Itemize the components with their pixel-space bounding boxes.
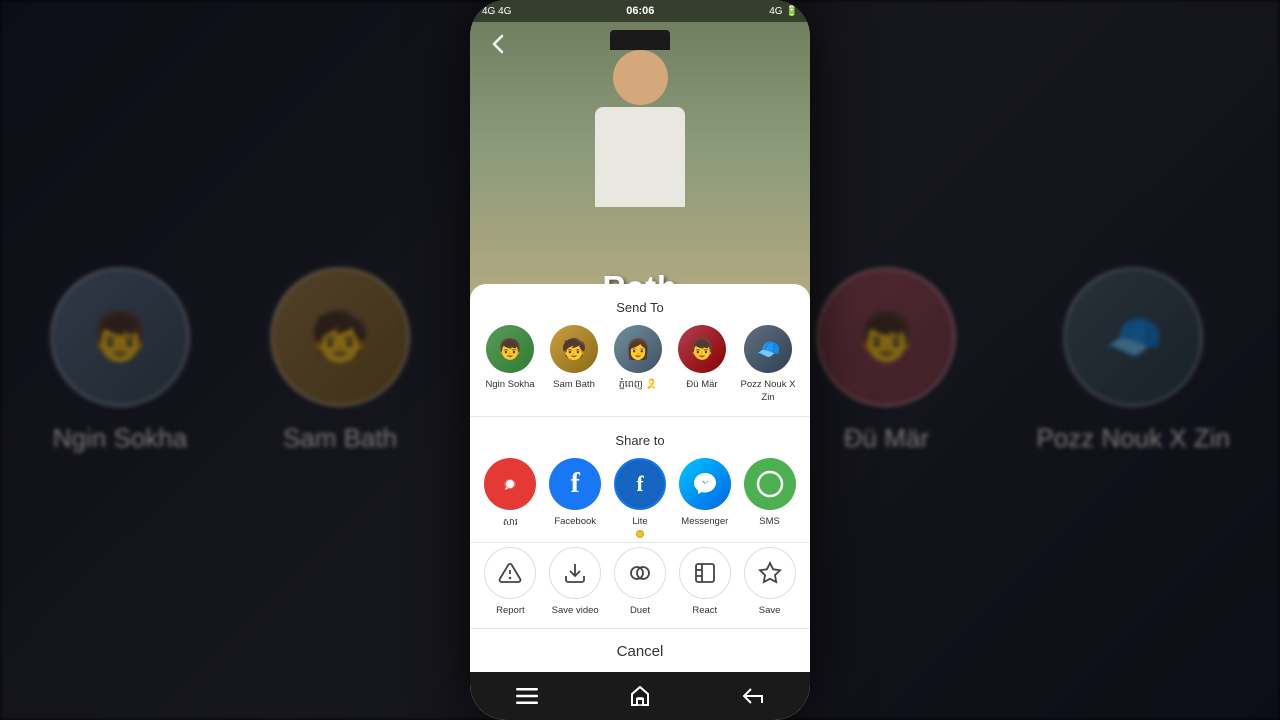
action-report-label: Report xyxy=(496,605,525,616)
action-report[interactable]: Report xyxy=(482,547,538,616)
bg-profile-pozz-nouk: 🧢 Pozz Nouk X Zin xyxy=(1036,267,1230,454)
contact-name-pozz-nouk: Pozz Nouk X Zin xyxy=(740,379,796,404)
send-to-title: Send To xyxy=(470,284,810,325)
contact-name-sam-bath: Sam Bath xyxy=(553,379,595,391)
share-facebook-label: Facebook xyxy=(554,516,596,527)
contact-du-mar[interactable]: 👦 Đü Mär xyxy=(676,325,728,391)
share-sms[interactable]: SMS xyxy=(742,458,798,527)
nav-menu-button[interactable] xyxy=(507,676,547,716)
battery-icon: 🔋 xyxy=(786,6,798,17)
action-save-label: Save xyxy=(759,605,781,616)
status-bar: 4G 4G 06:06 4G 🔋 xyxy=(470,0,810,22)
share-sos-label: សារ xyxy=(503,516,518,530)
action-duet[interactable]: Duet xyxy=(612,547,668,616)
bg-profile-sam-bath: 🧒 Sam Bath xyxy=(270,267,410,454)
action-save-video-label: Save video xyxy=(552,605,599,616)
clock: 06:06 xyxy=(626,5,654,17)
share-lite[interactable]: f Lite xyxy=(612,458,668,527)
send-to-section: Send To 👦 Ngin Sokha 🧒 Sam Bath xyxy=(470,284,810,417)
bg-profile-ngin-sokha: 👦 Ngin Sokha xyxy=(50,267,190,454)
share-apps-row: សារ f Facebook f Lite xyxy=(470,458,810,542)
action-save[interactable]: Save xyxy=(742,547,798,616)
share-lite-label: Lite xyxy=(632,516,647,527)
share-messenger-label: Messenger xyxy=(681,516,728,527)
bottom-sheet: Send To 👦 Ngin Sokha 🧒 Sam Bath xyxy=(470,284,810,720)
contacts-row: 👦 Ngin Sokha 🧒 Sam Bath 👩 ភ្នំពេញ 🎗️ xyxy=(470,325,810,417)
network-indicator: 4G 4G xyxy=(482,6,511,17)
bottom-navigation xyxy=(470,672,810,720)
share-to-title: Share to xyxy=(470,417,810,458)
back-button[interactable] xyxy=(482,28,514,60)
contact-sam-bath[interactable]: 🧒 Sam Bath xyxy=(548,325,600,391)
contact-name-du-mar: Đü Mär xyxy=(686,379,717,391)
share-facebook[interactable]: f Facebook xyxy=(547,458,603,527)
contact-avatar-emoji: 👩 xyxy=(626,337,651,362)
contact-avatar-emoji: 👦 xyxy=(498,337,523,362)
action-react[interactable]: React xyxy=(677,547,733,616)
share-sos[interactable]: សារ xyxy=(482,458,538,530)
contact-avatar-emoji: 👦 xyxy=(690,337,715,362)
contact-name-ngin-sokha: Ngin Sokha xyxy=(485,379,534,391)
scroll-dot-indicator xyxy=(636,530,644,538)
action-save-video[interactable]: Save video xyxy=(547,547,603,616)
nav-back-button[interactable] xyxy=(733,676,773,716)
contact-avatar-emoji: 🧢 xyxy=(756,337,781,362)
contact-pozz-nouk[interactable]: 🧢 Pozz Nouk X Zin xyxy=(740,325,796,404)
phone-frame: Rath 4G 4G 06:06 4G 🔋 Send To 👦 xyxy=(470,0,810,720)
nav-home-button[interactable] xyxy=(620,676,660,716)
share-to-section: Share to សារ f xyxy=(470,417,810,542)
contact-3[interactable]: 👩 ភ្នំពេញ 🎗️ xyxy=(612,325,664,391)
action-react-label: React xyxy=(692,605,717,616)
action-duet-label: Duet xyxy=(630,605,650,616)
bg-profile-du-mar: 👦 Đü Mär xyxy=(816,267,956,454)
signal-indicator: 4G xyxy=(769,6,782,17)
share-sms-label: SMS xyxy=(759,516,780,527)
cancel-button[interactable]: Cancel xyxy=(470,629,810,670)
contact-avatar-emoji: 🧒 xyxy=(562,337,587,362)
contact-ngin-sokha[interactable]: 👦 Ngin Sokha xyxy=(484,325,536,391)
actions-row: Report Save video xyxy=(470,542,810,629)
share-messenger[interactable]: Messenger xyxy=(677,458,733,527)
contact-name-3: ភ្នំពេញ 🎗️ xyxy=(619,379,658,391)
